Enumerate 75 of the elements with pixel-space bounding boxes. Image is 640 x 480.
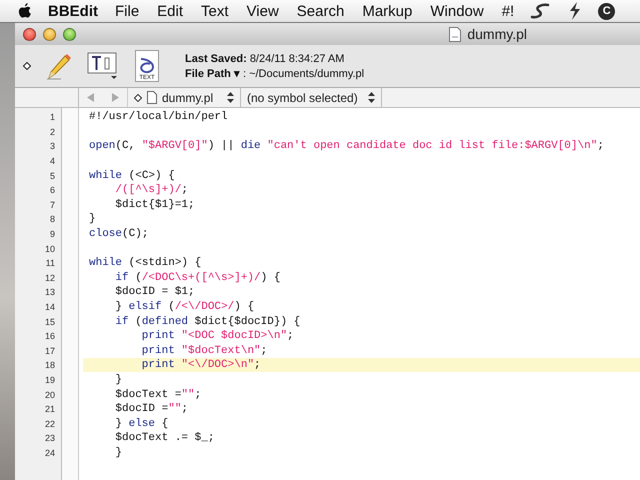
code-line: $dict{$1}=1; — [114, 198, 196, 212]
file-path-label: File Path — [185, 68, 231, 80]
document-icon — [449, 26, 462, 42]
code-line: while (<C>) { — [88, 168, 176, 183]
line-number: 6 — [48, 185, 55, 196]
last-saved-label: Last Saved: — [185, 52, 247, 64]
line-number: 17 — [44, 346, 55, 356]
code-line: } elsif (/<\/DOC>/) { — [114, 300, 256, 314]
code-line: } — [88, 212, 97, 226]
code-line: close(C); — [88, 227, 150, 242]
line-number: 11 — [44, 258, 55, 268]
line-number: 13 — [44, 287, 55, 298]
file-path-menu-caret[interactable]: ▾ — [234, 68, 240, 80]
code-line: $docText =""; — [114, 388, 202, 402]
line-number: 3 — [48, 141, 55, 152]
code-line: /([^\s]+)/; — [114, 183, 190, 198]
code-line: if (defined $dict{$docID}) { — [114, 314, 302, 329]
up-down-arrows-icon — [368, 92, 375, 103]
file-popup-menu[interactable]: dummy.pl — [128, 88, 241, 107]
line-number: 21 — [44, 404, 55, 414]
menu-item[interactable]: Text — [201, 2, 229, 20]
window-title: dummy.pl — [467, 26, 527, 42]
minimize-button[interactable] — [43, 28, 56, 40]
line-number: 9 — [48, 229, 55, 240]
line-number: 20 — [44, 390, 55, 400]
code-line: $docID =""; — [114, 402, 190, 416]
last-saved-value: 8/24/11 8:34:27 AM — [250, 52, 344, 64]
line-number: 16 — [44, 331, 55, 342]
menu-item[interactable]: Search — [296, 2, 344, 20]
menu-item[interactable]: Edit — [157, 2, 184, 20]
code-line: } — [114, 372, 124, 387]
line-number: 24 — [44, 448, 55, 458]
menu-status-icon[interactable]: C — [598, 2, 616, 20]
line-number: 8 — [48, 214, 55, 224]
line-number: 4 — [48, 156, 55, 166]
line-number: 14 — [44, 302, 55, 312]
line-number: 19 — [44, 374, 55, 385]
menu-item[interactable]: #! — [502, 2, 514, 20]
code-line: print "$docText\n"; — [140, 344, 268, 358]
apple-logo-icon[interactable] — [18, 3, 32, 19]
code-line: } else { — [114, 416, 170, 431]
menu-item[interactable]: View — [246, 2, 279, 20]
line-number: 2 — [48, 126, 55, 137]
menu-item[interactable]: Window — [430, 2, 484, 20]
line-number: 15 — [44, 316, 55, 327]
code-line: while (<stdin>) { — [88, 256, 202, 270]
menu-item[interactable]: Markup — [362, 2, 412, 20]
pencil-icon[interactable] — [45, 52, 73, 80]
bolt-icon[interactable] — [568, 2, 582, 20]
code-line: } — [114, 446, 124, 460]
line-number: 10 — [44, 244, 55, 254]
document-icon — [147, 91, 157, 104]
line-number: 12 — [44, 272, 55, 283]
line-number: 22 — [44, 418, 55, 429]
line-number: 5 — [48, 170, 55, 181]
code-line: $docID = $1; — [114, 285, 196, 300]
up-down-arrows-icon — [227, 92, 234, 103]
code-line: $docText .= $_; — [114, 431, 216, 446]
close-button[interactable] — [23, 28, 36, 40]
code-line: print "<DOC $docID>\n"; — [140, 329, 295, 344]
code-line: open(C, "$ARGV[0]") || die "can't open candidate doc id list file:$ARGV[0]\n"; — [88, 139, 605, 154]
code-line: if (/<DOC\s+([^\s>]+)/) { — [114, 270, 282, 285]
line-number: 7 — [48, 200, 55, 210]
menu-item[interactable]: File — [115, 2, 140, 20]
file-path-value: : ~/Documents/dummy.pl — [242, 68, 364, 80]
text-options-icon[interactable] — [87, 51, 119, 81]
symbol-popup-menu[interactable]: (no symbol selected) — [241, 88, 382, 107]
diamond-icon — [134, 94, 142, 102]
zoom-button[interactable] — [63, 28, 76, 40]
line-number: 23 — [44, 433, 55, 444]
menu-app-name[interactable]: BBEdit — [48, 2, 98, 20]
line-number: 1 — [48, 112, 55, 122]
code-line: #!/usr/local/bin/perl — [88, 110, 229, 124]
diamond-icon[interactable] — [23, 62, 31, 70]
line-number: 18 — [44, 360, 55, 370]
